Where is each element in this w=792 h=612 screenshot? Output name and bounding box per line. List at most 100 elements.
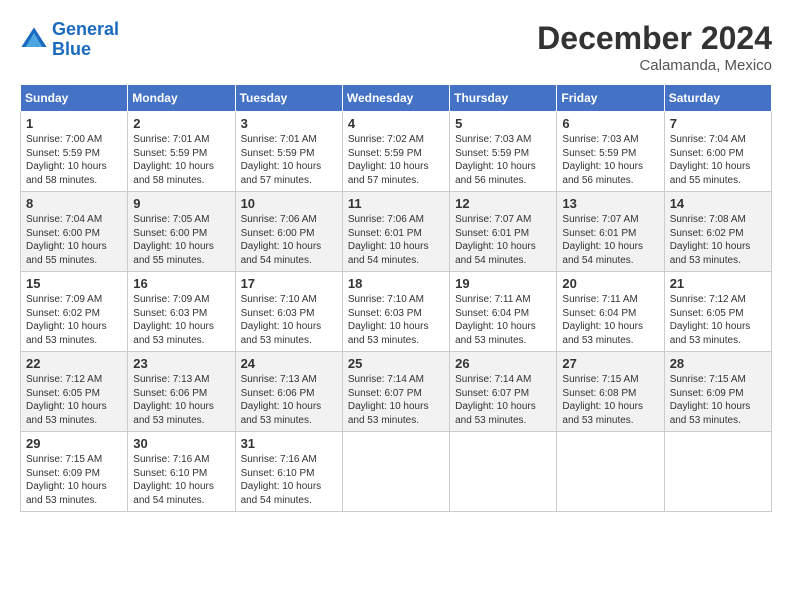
- day-info: Sunrise: 7:11 AMSunset: 6:04 PMDaylight:…: [562, 293, 658, 347]
- day-info: Sunrise: 7:02 AMSunset: 5:59 PMDaylight:…: [348, 133, 444, 187]
- calendar-cell: [450, 432, 557, 512]
- day-info: Sunrise: 7:15 AMSunset: 6:09 PMDaylight:…: [26, 453, 122, 507]
- day-info: Sunrise: 7:08 AMSunset: 6:02 PMDaylight:…: [670, 213, 766, 267]
- calendar-cell: [664, 432, 771, 512]
- day-info: Sunrise: 7:13 AMSunset: 6:06 PMDaylight:…: [241, 373, 337, 427]
- calendar-cell: 10Sunrise: 7:06 AMSunset: 6:00 PMDayligh…: [235, 192, 342, 272]
- day-info: Sunrise: 7:15 AMSunset: 6:09 PMDaylight:…: [670, 373, 766, 427]
- calendar-cell: [342, 432, 449, 512]
- weekday-header: Saturday: [664, 85, 771, 112]
- week-row: 1Sunrise: 7:00 AMSunset: 5:59 PMDaylight…: [21, 112, 772, 192]
- day-number: 25: [348, 356, 444, 371]
- calendar-cell: 11 Sunrise: 7:06 AMSunset: 6:01 PMDayligh…: [342, 192, 449, 272]
- day-number: 24: [241, 356, 337, 371]
- calendar-cell: 23 Sunrise: 7:13 AMSunset: 6:06 PMDayligh…: [128, 352, 235, 432]
- day-info: Sunrise: 7:06 AMSunset: 6:01 PMDaylight:…: [348, 213, 444, 267]
- calendar-cell: 16 Sunrise: 7:09 AMSunset: 6:03 PMDayligh…: [128, 272, 235, 352]
- calendar-cell: 7 Sunrise: 7:04 AMSunset: 6:00 PMDaylight…: [664, 112, 771, 192]
- day-number: 20: [562, 276, 658, 291]
- day-number: 9: [133, 196, 229, 211]
- calendar-cell: 27 Sunrise: 7:15 AMSunset: 6:08 PMDayligh…: [557, 352, 664, 432]
- calendar-cell: 14 Sunrise: 7:08 AMSunset: 6:02 PMDayligh…: [664, 192, 771, 272]
- week-row: 22 Sunrise: 7:12 AMSunset: 6:05 PMDayligh…: [21, 352, 772, 432]
- day-number: 10: [241, 196, 337, 211]
- calendar-cell: 8 Sunrise: 7:04 AMSunset: 6:00 PMDaylight…: [21, 192, 128, 272]
- calendar-cell: 18Sunrise: 7:10 AMSunset: 6:03 PMDayligh…: [342, 272, 449, 352]
- weekday-header: Monday: [128, 85, 235, 112]
- week-row: 8 Sunrise: 7:04 AMSunset: 6:00 PMDaylight…: [21, 192, 772, 272]
- calendar-cell: 4 Sunrise: 7:02 AMSunset: 5:59 PMDaylight…: [342, 112, 449, 192]
- calendar-cell: 5 Sunrise: 7:03 AMSunset: 5:59 PMDaylight…: [450, 112, 557, 192]
- day-number: 21: [670, 276, 766, 291]
- day-number: 28: [670, 356, 766, 371]
- logo-icon: [20, 26, 48, 54]
- calendar-cell: 28 Sunrise: 7:15 AMSunset: 6:09 PMDayligh…: [664, 352, 771, 432]
- calendar-cell: 31Sunrise: 7:16 AMSunset: 6:10 PMDayligh…: [235, 432, 342, 512]
- day-number: 3: [241, 116, 337, 131]
- calendar-cell: 24 Sunrise: 7:13 AMSunset: 6:06 PMDayligh…: [235, 352, 342, 432]
- day-info: Sunrise: 7:01 AMSunset: 5:59 PMDaylight:…: [133, 133, 229, 187]
- calendar: SundayMondayTuesdayWednesdayThursdayFrid…: [20, 84, 772, 512]
- day-number: 11: [348, 196, 444, 211]
- day-info: Sunrise: 7:07 AMSunset: 6:01 PMDaylight:…: [455, 213, 551, 267]
- calendar-cell: 13Sunrise: 7:07 AMSunset: 6:01 PMDayligh…: [557, 192, 664, 272]
- calendar-cell: 29 Sunrise: 7:15 AMSunset: 6:09 PMDayligh…: [21, 432, 128, 512]
- weekday-header: Sunday: [21, 85, 128, 112]
- day-info: Sunrise: 7:04 AMSunset: 6:00 PMDaylight:…: [26, 213, 122, 267]
- day-number: 31: [241, 436, 337, 451]
- day-info: Sunrise: 7:03 AMSunset: 5:59 PMDaylight:…: [455, 133, 551, 187]
- day-number: 13: [562, 196, 658, 211]
- day-number: 4: [348, 116, 444, 131]
- day-info: Sunrise: 7:13 AMSunset: 6:06 PMDaylight:…: [133, 373, 229, 427]
- day-info: Sunrise: 7:14 AMSunset: 6:07 PMDaylight:…: [348, 373, 444, 427]
- title-area: December 2024 Calamanda, Mexico: [537, 20, 772, 74]
- day-number: 14: [670, 196, 766, 211]
- calendar-cell: 20 Sunrise: 7:11 AMSunset: 6:04 PMDayligh…: [557, 272, 664, 352]
- day-number: 1: [26, 116, 122, 131]
- day-number: 6: [562, 116, 658, 131]
- day-number: 5: [455, 116, 551, 131]
- weekday-header: Wednesday: [342, 85, 449, 112]
- day-info: Sunrise: 7:15 AMSunset: 6:08 PMDaylight:…: [562, 373, 658, 427]
- day-info: Sunrise: 7:11 AMSunset: 6:04 PMDaylight:…: [455, 293, 551, 347]
- day-number: 23: [133, 356, 229, 371]
- day-number: 30: [133, 436, 229, 451]
- day-number: 19: [455, 276, 551, 291]
- calendar-cell: 1Sunrise: 7:00 AMSunset: 5:59 PMDaylight…: [21, 112, 128, 192]
- calendar-cell: 21 Sunrise: 7:12 AMSunset: 6:05 PMDayligh…: [664, 272, 771, 352]
- logo-general: General: [52, 19, 119, 39]
- day-info: Sunrise: 7:12 AMSunset: 6:05 PMDaylight:…: [26, 373, 122, 427]
- week-row: 15 Sunrise: 7:09 AMSunset: 6:02 PMDayligh…: [21, 272, 772, 352]
- day-info: Sunrise: 7:12 AMSunset: 6:05 PMDaylight:…: [670, 293, 766, 347]
- calendar-cell: 26 Sunrise: 7:14 AMSunset: 6:07 PMDayligh…: [450, 352, 557, 432]
- day-info: Sunrise: 7:09 AMSunset: 6:03 PMDaylight:…: [133, 293, 229, 347]
- calendar-cell: 19 Sunrise: 7:11 AMSunset: 6:04 PMDayligh…: [450, 272, 557, 352]
- day-number: 15: [26, 276, 122, 291]
- day-info: Sunrise: 7:03 AMSunset: 5:59 PMDaylight:…: [562, 133, 658, 187]
- calendar-cell: 9 Sunrise: 7:05 AMSunset: 6:00 PMDaylight…: [128, 192, 235, 272]
- logo-blue: Blue: [52, 39, 91, 59]
- day-info: Sunrise: 7:14 AMSunset: 6:07 PMDaylight:…: [455, 373, 551, 427]
- day-number: 27: [562, 356, 658, 371]
- day-info: Sunrise: 7:01 AMSunset: 5:59 PMDaylight:…: [241, 133, 337, 187]
- day-number: 22: [26, 356, 122, 371]
- day-info: Sunrise: 7:09 AMSunset: 6:02 PMDaylight:…: [26, 293, 122, 347]
- calendar-cell: 17Sunrise: 7:10 AMSunset: 6:03 PMDayligh…: [235, 272, 342, 352]
- day-info: Sunrise: 7:04 AMSunset: 6:00 PMDaylight:…: [670, 133, 766, 187]
- day-number: 29: [26, 436, 122, 451]
- header: General Blue December 2024 Calamanda, Me…: [20, 20, 772, 74]
- day-number: 26: [455, 356, 551, 371]
- main-title: December 2024: [537, 20, 772, 57]
- calendar-cell: [557, 432, 664, 512]
- day-number: 12: [455, 196, 551, 211]
- calendar-cell: 15 Sunrise: 7:09 AMSunset: 6:02 PMDayligh…: [21, 272, 128, 352]
- day-number: 7: [670, 116, 766, 131]
- day-info: Sunrise: 7:16 AMSunset: 6:10 PMDaylight:…: [133, 453, 229, 507]
- calendar-cell: 12 Sunrise: 7:07 AMSunset: 6:01 PMDayligh…: [450, 192, 557, 272]
- day-info: Sunrise: 7:10 AMSunset: 6:03 PMDaylight:…: [348, 293, 444, 347]
- day-info: Sunrise: 7:05 AMSunset: 6:00 PMDaylight:…: [133, 213, 229, 267]
- day-number: 16: [133, 276, 229, 291]
- weekday-header: Friday: [557, 85, 664, 112]
- day-number: 8: [26, 196, 122, 211]
- calendar-cell: 30 Sunrise: 7:16 AMSunset: 6:10 PMDayligh…: [128, 432, 235, 512]
